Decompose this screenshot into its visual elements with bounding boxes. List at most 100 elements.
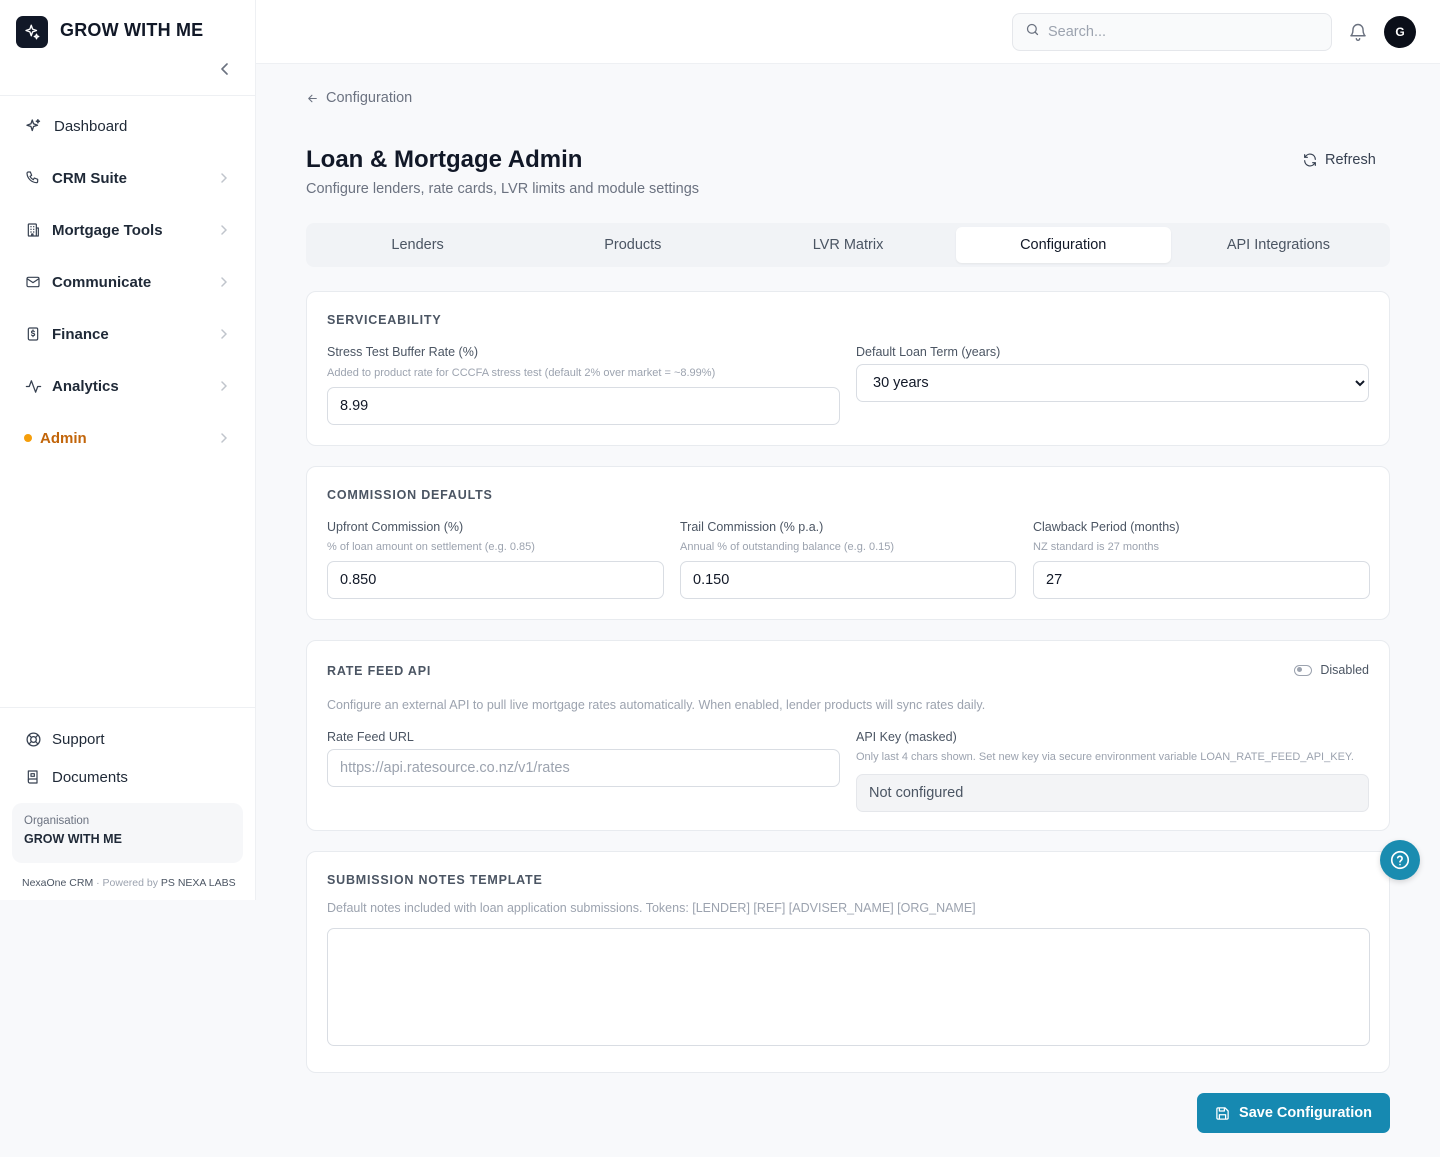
sidebar: GROW WITH ME Dashboard CRM Suite Mortgag…: [0, 0, 256, 900]
api-key-input: [856, 774, 1369, 812]
submission-notes-description: Default notes included with loan applica…: [327, 901, 976, 915]
sidebar-item-finance[interactable]: Finance: [0, 308, 256, 360]
help-icon: [1390, 850, 1410, 870]
arrow-left-icon: [308, 94, 317, 102]
help-button[interactable]: [1380, 840, 1420, 880]
sidebar-item-analytics[interactable]: Analytics: [0, 360, 256, 412]
submission-notes-textarea[interactable]: [327, 928, 1370, 1046]
stress-test-input[interactable]: [327, 387, 840, 425]
rate-feed-url-label: Rate Feed URL: [327, 730, 414, 744]
company-name: PS NEXA LABS: [160, 877, 236, 889]
tab-products[interactable]: Products: [525, 227, 740, 263]
mail-icon: [24, 273, 42, 291]
api-key-label: API Key (masked): [856, 730, 957, 744]
notifications-bell-icon[interactable]: [1348, 22, 1368, 42]
serviceability-title: SERVICEABILITY: [327, 313, 442, 327]
refresh-icon: [1304, 153, 1316, 167]
save-configuration-button[interactable]: Save Configuration: [1197, 1093, 1390, 1133]
active-dot-icon: [24, 434, 32, 442]
back-link[interactable]: Configuration: [306, 90, 412, 106]
commission-title: COMMISSION DEFAULTS: [327, 488, 493, 502]
search-input[interactable]: [1048, 24, 1308, 40]
sidebar-nav: Dashboard CRM Suite Mortgage Tools Commu…: [0, 100, 256, 464]
rate-feed-toggle[interactable]: Disabled: [1294, 663, 1369, 677]
rate-feed-url-input[interactable]: [327, 749, 840, 787]
page-title: Loan & Mortgage Admin: [306, 146, 583, 173]
sidebar-item-mortgage-tools[interactable]: Mortgage Tools: [0, 204, 256, 256]
organisation-name: GROW WITH ME: [24, 832, 122, 846]
chevron-right-icon: [218, 378, 230, 394]
brand-logo-icon[interactable]: [16, 16, 48, 48]
rate-feed-title: RATE FEED API: [327, 664, 432, 678]
search-icon: [1025, 22, 1040, 42]
chevron-right-icon: [218, 430, 230, 446]
tab-configuration[interactable]: Configuration: [955, 227, 1171, 263]
stress-test-label: Stress Test Buffer Rate (%): [327, 345, 478, 359]
chevron-right-icon: [218, 274, 230, 290]
sidebar-item-label: Analytics: [52, 377, 119, 395]
sidebar-item-label: Admin: [40, 429, 87, 447]
tab-api-integrations[interactable]: API Integrations: [1171, 227, 1386, 263]
tab-lvr-matrix[interactable]: LVR Matrix: [740, 227, 955, 263]
organisation-card: Organisation GROW WITH ME: [12, 803, 243, 863]
brand-header: GROW WITH ME: [0, 0, 255, 96]
stress-test-help: Added to product rate for CCCFA stress t…: [327, 367, 716, 379]
commission-defaults-card: COMMISSION DEFAULTS Upfront Commission (…: [306, 466, 1390, 620]
refresh-button[interactable]: Refresh: [1302, 152, 1376, 168]
phone-icon: [24, 169, 42, 187]
upfront-commission-input[interactable]: [327, 561, 664, 599]
search-box[interactable]: [1012, 13, 1332, 51]
page-subtitle: Configure lenders, rate cards, LVR limit…: [306, 181, 700, 197]
serviceability-card: SERVICEABILITY Stress Test Buffer Rate (…: [306, 291, 1390, 446]
sparkles-icon: [24, 117, 42, 135]
chevron-right-icon: [218, 326, 230, 342]
submission-notes-title: SUBMISSION NOTES TEMPLATE: [327, 873, 543, 887]
trail-commission-help: Annual % of outstanding balance (e.g. 0.…: [680, 541, 895, 553]
clawback-period-input[interactable]: [1033, 561, 1370, 599]
chevron-right-icon: [218, 222, 230, 238]
dollar-icon: [24, 325, 42, 343]
powered-by-footer: NexaOne CRM · Powered by PS NEXA LABS: [22, 877, 236, 889]
sidebar-item-dashboard[interactable]: Dashboard: [0, 100, 256, 152]
support-label: Support: [52, 730, 105, 748]
upfront-commission-help: % of loan amount on settlement (e.g. 0.8…: [327, 541, 535, 553]
book-icon: [24, 768, 42, 786]
clawback-period-label: Clawback Period (months): [1033, 520, 1180, 534]
sidebar-footer: Support Documents Organisation GROW WITH…: [0, 707, 256, 889]
collapse-sidebar-button[interactable]: [216, 60, 234, 78]
loan-term-label: Default Loan Term (years): [856, 345, 1001, 359]
sidebar-item-admin[interactable]: Admin: [0, 412, 256, 464]
support-link[interactable]: Support: [0, 720, 256, 758]
sidebar-item-label: Communicate: [52, 273, 152, 291]
lifebuoy-icon: [24, 730, 42, 748]
powered-by-text: Powered by: [102, 877, 158, 889]
organisation-caption: Organisation: [24, 815, 90, 827]
rate-feed-toggle-label: Disabled: [1320, 663, 1369, 677]
trail-commission-label: Trail Commission (% p.a.): [680, 520, 824, 534]
sidebar-item-label: CRM Suite: [52, 169, 127, 187]
toggle-switch-icon: [1294, 664, 1313, 676]
rate-feed-description: Configure an external API to pull live m…: [327, 698, 986, 712]
refresh-label: Refresh: [1325, 152, 1376, 168]
activity-icon: [24, 377, 42, 395]
topbar: G: [256, 0, 1440, 64]
documents-link[interactable]: Documents: [0, 758, 256, 796]
brand-name: GROW WITH ME: [60, 20, 204, 40]
product-name: NexaOne CRM: [22, 877, 94, 889]
save-configuration-label: Save Configuration: [1239, 1105, 1372, 1121]
chevron-right-icon: [218, 170, 230, 186]
loan-term-select[interactable]: 30 years: [856, 364, 1369, 402]
save-icon: [1216, 1106, 1229, 1120]
building-icon: [24, 221, 42, 239]
user-avatar[interactable]: G: [1384, 16, 1416, 48]
sidebar-item-communicate[interactable]: Communicate: [0, 256, 256, 308]
rate-feed-api-card: RATE FEED API Disabled Configure an exte…: [306, 640, 1390, 831]
sidebar-item-crm-suite[interactable]: CRM Suite: [0, 152, 256, 204]
trail-commission-input[interactable]: [680, 561, 1016, 599]
footer-separator: ·: [96, 877, 100, 889]
sidebar-item-label: Mortgage Tools: [52, 221, 163, 239]
upfront-commission-label: Upfront Commission (%): [327, 520, 464, 534]
tab-lenders[interactable]: Lenders: [310, 227, 525, 263]
submission-notes-card: SUBMISSION NOTES TEMPLATE Default notes …: [306, 851, 1390, 1073]
sidebar-item-label: Dashboard: [54, 117, 128, 135]
